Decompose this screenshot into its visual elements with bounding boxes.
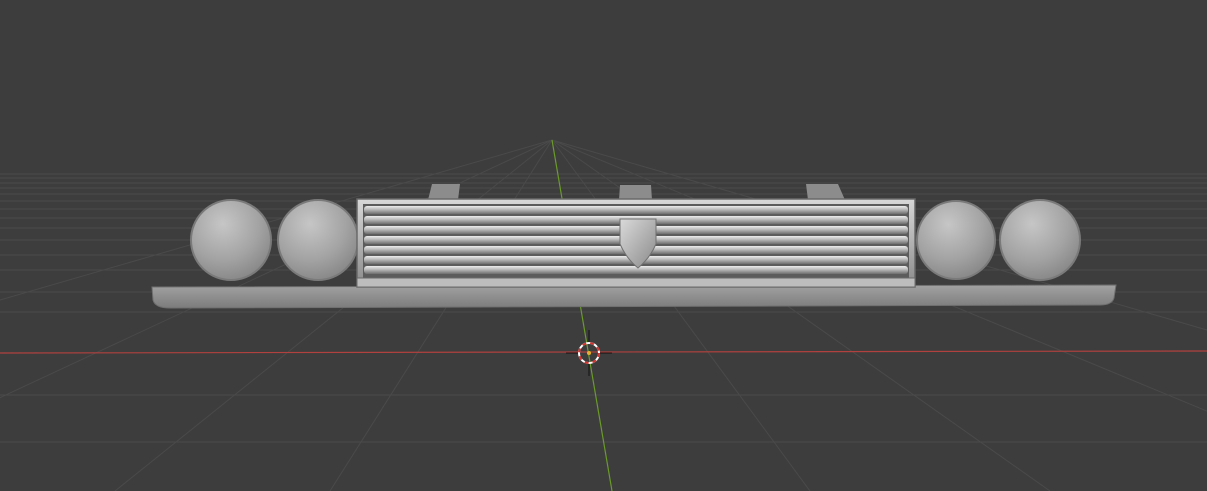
viewport-canvas[interactable] — [0, 0, 1207, 491]
mount-bracket-left — [428, 184, 460, 200]
headlight-outer-left — [190, 199, 272, 281]
mount-brackets[interactable] — [428, 184, 845, 200]
mount-bracket-center — [619, 185, 652, 200]
headlight-inner-left — [277, 199, 359, 281]
3d-viewport[interactable] — [0, 0, 1207, 491]
headlight-inner-right — [916, 200, 996, 280]
3d-cursor-icon[interactable] — [566, 330, 612, 376]
bumper[interactable] — [151, 284, 1117, 309]
mount-bracket-right — [806, 184, 845, 200]
y-axis-line — [551, 139, 613, 491]
headlight-outer-right — [999, 199, 1081, 281]
